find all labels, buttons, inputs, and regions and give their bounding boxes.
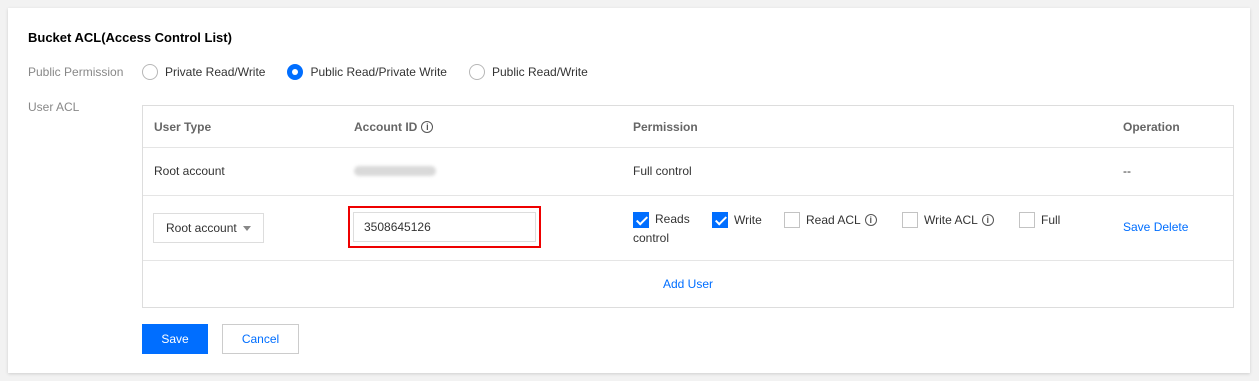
info-icon[interactable]: i — [864, 214, 877, 226]
checkbox-icon — [784, 212, 800, 228]
checkbox-checked-icon — [633, 212, 649, 228]
header-operation: Operation — [1123, 120, 1180, 134]
root-permission: Full control — [633, 164, 692, 178]
public-permission-label: Public Permission — [28, 65, 124, 79]
add-user-link[interactable]: Add User — [663, 277, 713, 291]
perm-reads-label: Reads — [655, 212, 690, 226]
radio-private-read-write[interactable]: Private Read/Write — [142, 64, 265, 80]
perm-write-checkbox[interactable]: Write — [712, 212, 762, 228]
checkbox-checked-icon — [712, 212, 728, 228]
checkbox-icon — [902, 212, 918, 228]
root-operation: -- — [1123, 164, 1131, 178]
user-type-select[interactable]: Root account — [153, 213, 264, 243]
radio-icon — [468, 64, 485, 80]
user-acl-table: User Type Account ID i Permission Operat… — [142, 105, 1234, 308]
perm-reads-label-cont: control — [633, 231, 670, 245]
perm-reads-checkbox[interactable]: Reads — [633, 212, 690, 228]
table-row: Root account Full control -- — [143, 148, 1233, 196]
section-title: Bucket ACL(Access Control List) — [28, 30, 232, 45]
info-icon[interactable]: i — [981, 214, 994, 226]
perm-write-acl-checkbox[interactable]: Write ACL i — [902, 212, 994, 228]
public-permission-radio-group: Private Read/Write Public Read/Private W… — [142, 64, 610, 80]
perm-read-acl-checkbox[interactable]: Read ACL i — [784, 212, 877, 228]
perm-full-checkbox[interactable]: Full — [1019, 212, 1060, 228]
cancel-button[interactable]: Cancel — [222, 324, 299, 354]
save-link[interactable]: Save — [1123, 220, 1150, 234]
chevron-down-icon — [243, 226, 251, 231]
radio-label: Public Read/Private Write — [310, 65, 447, 79]
perm-read-acl-label: Read ACL — [806, 213, 861, 227]
redacted-account-id — [354, 165, 436, 179]
user-acl-label: User ACL — [28, 100, 80, 114]
table-row-editing: Root account Reads control Write Read AC… — [143, 196, 1233, 261]
info-icon[interactable]: i — [421, 121, 434, 133]
header-account-id-label: Account ID — [354, 120, 418, 134]
radio-public-read-write[interactable]: Public Read/Write — [468, 64, 588, 80]
root-user-type: Root account — [154, 164, 225, 178]
row-operations: Save Delete — [1123, 220, 1188, 234]
perm-write-acl-label: Write ACL — [924, 213, 978, 227]
radio-label: Public Read/Write — [491, 65, 588, 79]
header-permission: Permission — [633, 120, 698, 134]
perm-write-label: Write — [734, 213, 762, 227]
header-user-type: User Type — [154, 120, 212, 134]
delete-link[interactable]: Delete — [1154, 220, 1189, 234]
radio-icon — [142, 64, 158, 80]
header-account-id: Account ID i — [354, 120, 434, 134]
radio-public-read-private-write[interactable]: Public Read/Private Write — [287, 64, 447, 80]
acl-panel: Bucket ACL(Access Control List) Public P… — [8, 8, 1250, 373]
radio-label: Private Read/Write — [165, 65, 266, 79]
user-type-select-value: Root account — [166, 221, 237, 235]
account-id-input[interactable] — [353, 212, 536, 242]
perm-full-label: Full — [1041, 213, 1061, 227]
save-button[interactable]: Save — [142, 324, 208, 354]
radio-selected-icon — [287, 64, 304, 80]
checkbox-icon — [1019, 212, 1035, 228]
account-id-highlight — [348, 206, 541, 248]
table-header-row: User Type Account ID i Permission Operat… — [143, 106, 1233, 148]
